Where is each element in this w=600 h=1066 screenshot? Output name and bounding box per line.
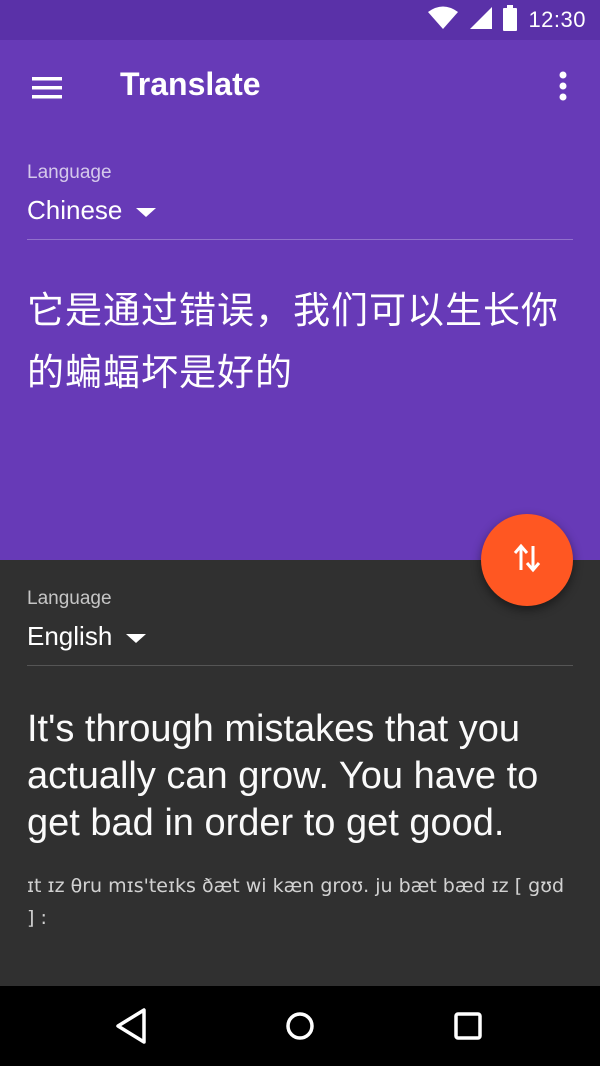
dropdown-arrow-icon — [136, 207, 157, 217]
more-vert-icon[interactable] — [548, 66, 578, 110]
navigation-bar — [0, 986, 600, 1066]
app-title: Translate — [120, 66, 261, 102]
battery-icon — [502, 4, 518, 36]
status-icons: 12:30 — [428, 0, 586, 40]
home-icon[interactable] — [278, 1004, 322, 1048]
source-text[interactable]: 它是通过错误，我们可以生长你的蝙蝠坏是好的 — [27, 280, 577, 404]
swap-languages-button[interactable] — [481, 514, 573, 606]
hamburger-menu-icon[interactable] — [28, 68, 66, 108]
swap-vertical-icon — [512, 542, 542, 579]
app-bar: Translate — [0, 40, 600, 136]
phonetic-transcription: ɪt ɪz θru mɪs'teɪks ðæt wi kæn groʊ. ju … — [27, 875, 565, 929]
back-icon[interactable] — [110, 1004, 154, 1048]
cell-signal-icon — [468, 6, 493, 35]
wifi-icon — [428, 6, 459, 35]
translate-screen: 12:30 Translate Language Chinese 它是通过错误，… — [0, 0, 600, 1066]
status-time: 12:30 — [528, 7, 586, 32]
translated-text[interactable]: It's through mistakes that you actually … — [27, 706, 587, 847]
target-panel: Language English It's through mistakes t… — [0, 560, 600, 986]
target-language-label: Language — [27, 588, 112, 609]
target-divider — [27, 665, 573, 666]
source-language-dropdown[interactable]: Chinese — [27, 195, 157, 226]
dropdown-arrow-icon — [126, 633, 147, 643]
recents-icon[interactable] — [446, 1004, 490, 1048]
target-language-dropdown[interactable]: English — [27, 621, 147, 652]
status-bar: 12:30 — [0, 0, 600, 40]
source-panel: Translate Language Chinese 它是通过错误，我们可以生长… — [0, 40, 600, 560]
source-divider — [27, 239, 573, 240]
source-language-label: Language — [27, 162, 112, 183]
target-language-value: English — [27, 621, 113, 651]
source-language-value: Chinese — [27, 195, 123, 225]
